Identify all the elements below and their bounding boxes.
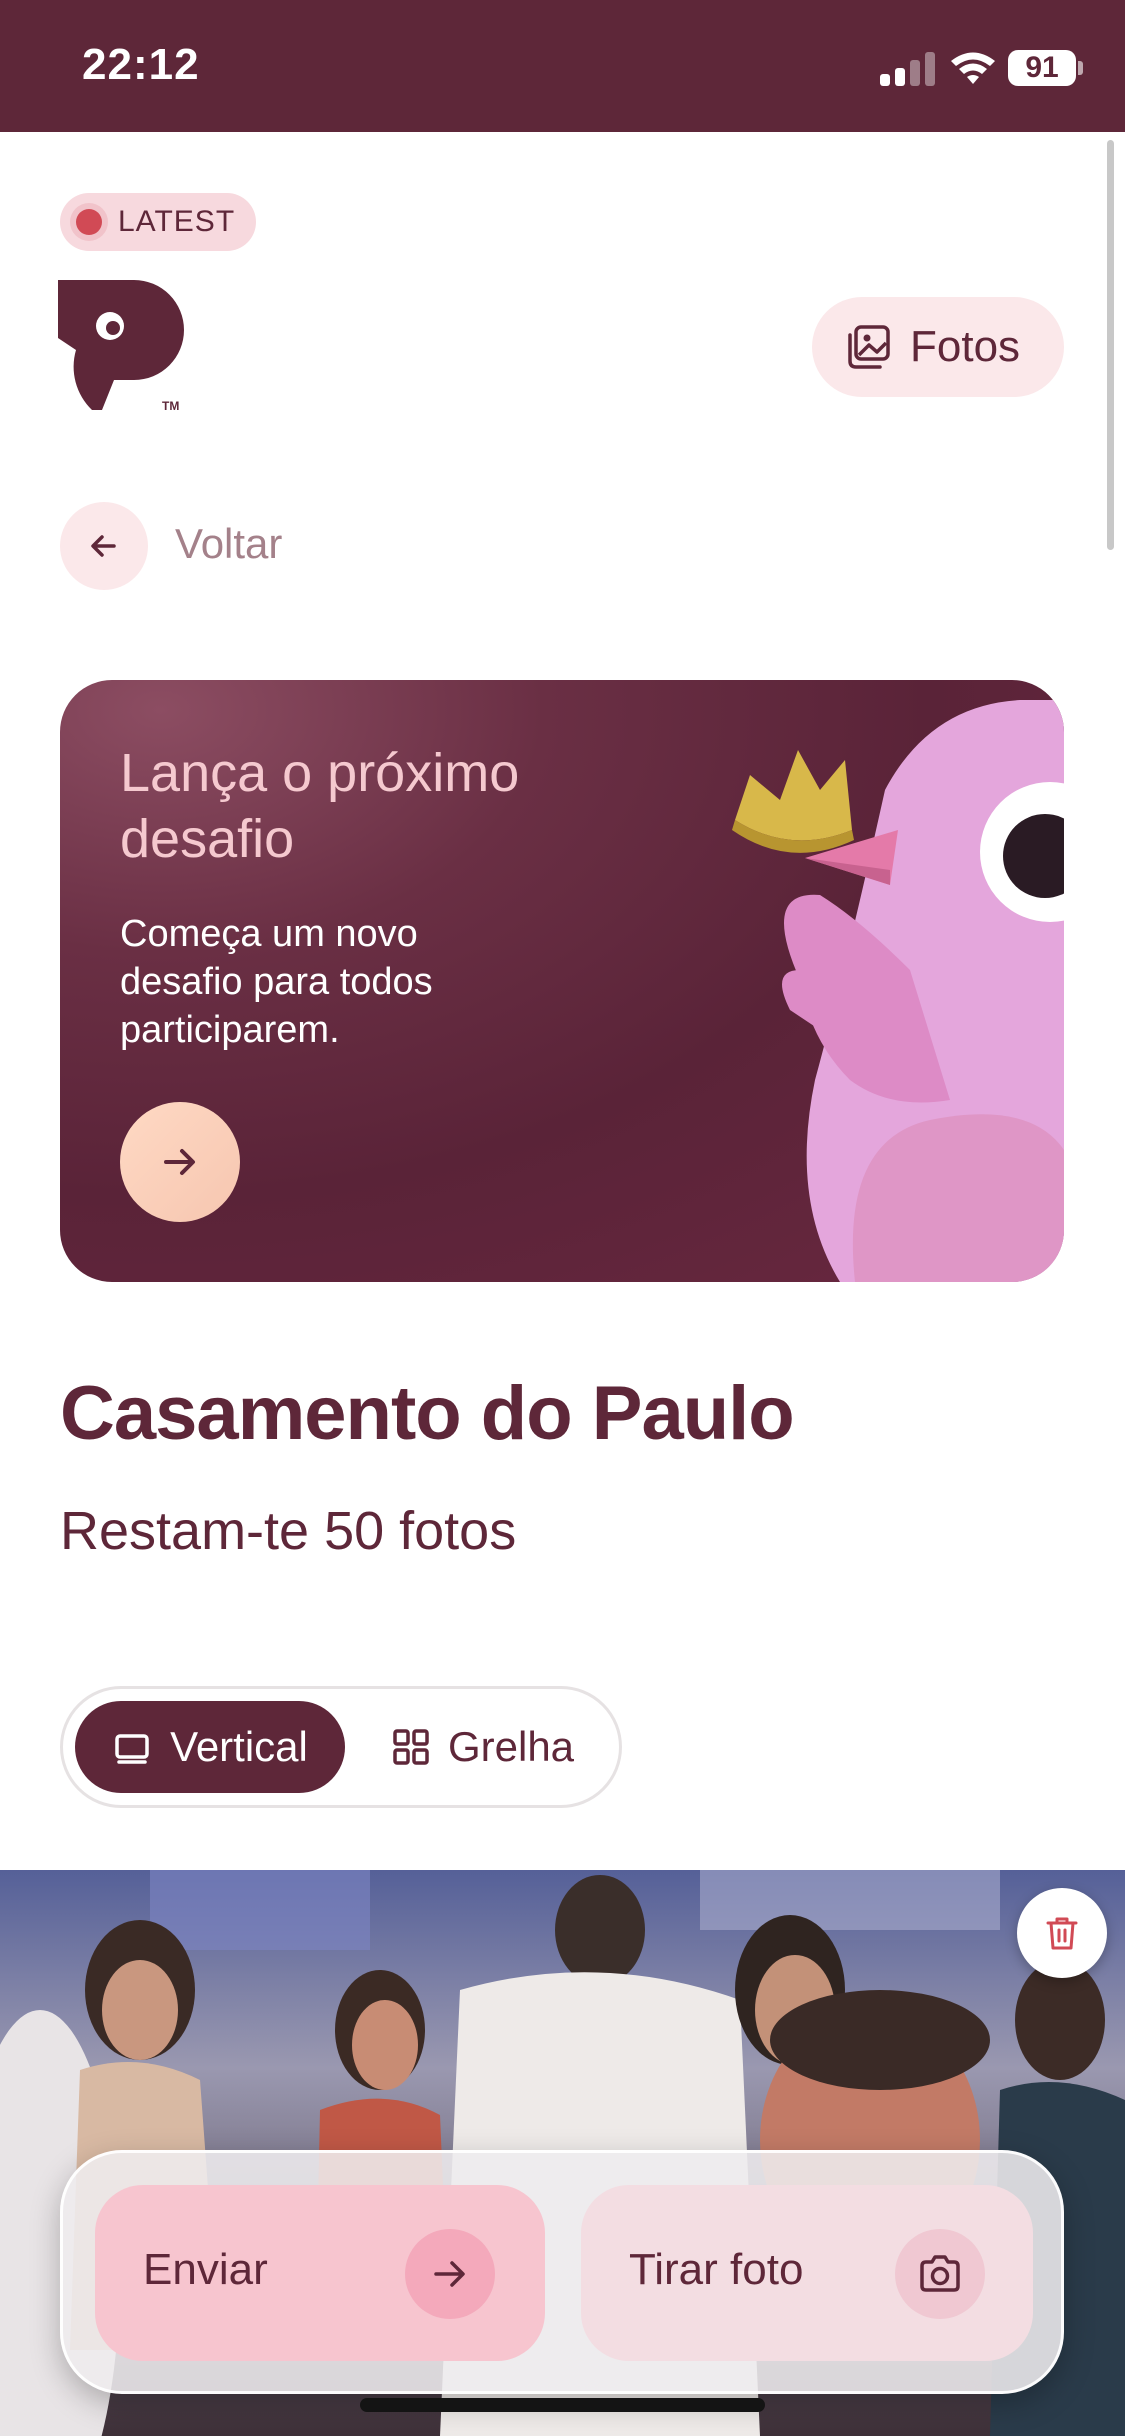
latest-badge-label: LATEST (118, 205, 236, 238)
status-time: 22:12 (82, 40, 200, 89)
home-indicator[interactable] (360, 2398, 765, 2412)
bird-with-crown-illustration (732, 700, 1064, 1282)
action-bar: Enviar Tirar foto (60, 2150, 1064, 2394)
take-photo-button[interactable]: Tirar foto (581, 2185, 1033, 2361)
view-toggle: Vertical Grelha (60, 1686, 622, 1808)
back-label[interactable]: Voltar (175, 520, 282, 568)
camera-icon (920, 2255, 960, 2292)
fotos-button[interactable]: Fotos (812, 297, 1064, 397)
gallery-icon (848, 325, 890, 369)
photos-remaining: Restam-te 50 fotos (60, 1501, 517, 1561)
battery-tip (1078, 61, 1083, 75)
battery-icon: 91 (1008, 50, 1076, 86)
camera-icon-circle (895, 2229, 985, 2319)
arrow-right-icon (434, 2261, 465, 2287)
scroll-indicator[interactable] (1107, 140, 1114, 550)
brand-logo: TM (58, 280, 184, 413)
send-button[interactable]: Enviar (95, 2185, 545, 2361)
view-option-grid-label: Grelha (447, 1723, 575, 1770)
live-dot-icon (76, 209, 102, 235)
back-button[interactable] (60, 502, 148, 590)
challenge-title: Lança o próximo desafio (120, 743, 520, 869)
event-title: Casamento do Paulo (60, 1371, 795, 1456)
svg-text:TM: TM (162, 399, 179, 413)
view-option-vertical[interactable]: Vertical (75, 1701, 345, 1793)
fotos-button-label: Fotos (910, 322, 1021, 371)
send-icon-circle (405, 2229, 495, 2319)
trash-icon (1046, 1917, 1078, 1950)
vertical-view-icon (115, 1734, 149, 1764)
send-button-label: Enviar (143, 2245, 268, 2294)
challenge-description: Começa um novo desafio para todos partic… (120, 913, 433, 1051)
challenge-start-button[interactable] (120, 1102, 240, 1222)
view-option-grid[interactable]: Grelha (363, 1701, 603, 1793)
challenge-card[interactable]: Lança o próximo desafio Começa um novo d… (60, 680, 1064, 1282)
view-option-vertical-label: Vertical (170, 1723, 308, 1770)
latest-badge: LATEST (60, 193, 256, 251)
wifi-icon (951, 52, 995, 84)
arrow-left-icon (91, 535, 116, 557)
grid-view-icon (393, 1729, 429, 1765)
take-photo-button-label: Tirar foto (629, 2245, 804, 2294)
status-bar: 22:12 91 (0, 0, 1125, 132)
arrow-right-icon (164, 1149, 195, 1175)
signal-icon (880, 50, 936, 86)
delete-photo-button[interactable] (1017, 1888, 1107, 1978)
